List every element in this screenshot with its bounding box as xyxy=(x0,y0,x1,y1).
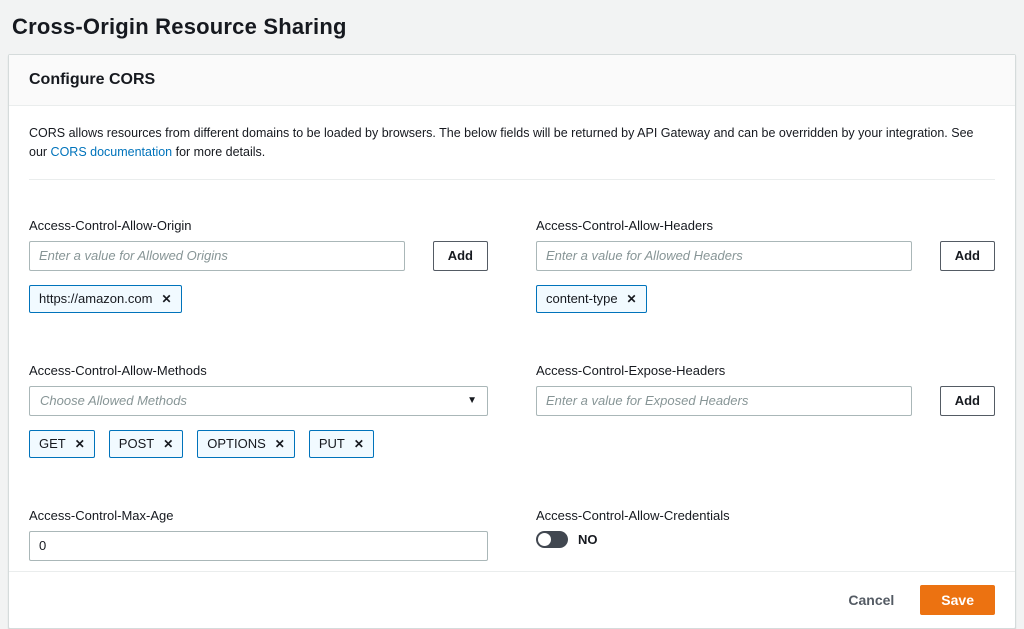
method-chip-label: GET xyxy=(39,436,66,451)
allow-headers-control-row: Add xyxy=(536,241,995,271)
expose-headers-add-button[interactable]: Add xyxy=(940,386,995,416)
description-text: CORS allows resources from different dom… xyxy=(29,124,995,163)
allow-origin-chips: https://amazon.com ✕ xyxy=(29,285,488,313)
allow-methods-label: Access-Control-Allow-Methods xyxy=(29,363,488,378)
panel-header: Configure CORS xyxy=(9,55,1015,106)
expose-headers-input[interactable] xyxy=(536,386,912,416)
method-chip: PUT ✕ xyxy=(309,430,374,458)
origin-chip-label: https://amazon.com xyxy=(39,291,152,306)
cors-form: Access-Control-Allow-Origin Add https://… xyxy=(29,218,995,561)
allow-origin-add-button[interactable]: Add xyxy=(433,241,488,271)
method-chip-label: OPTIONS xyxy=(207,436,266,451)
remove-method-chip-icon[interactable]: ✕ xyxy=(75,438,85,450)
allow-origin-label: Access-Control-Allow-Origin xyxy=(29,218,488,233)
remove-method-chip-icon[interactable]: ✕ xyxy=(163,438,173,450)
header-chip-label: content-type xyxy=(546,291,618,306)
remove-header-chip-icon[interactable]: ✕ xyxy=(627,293,637,305)
max-age-input[interactable] xyxy=(29,531,488,561)
remove-method-chip-icon[interactable]: ✕ xyxy=(275,438,285,450)
field-max-age: Access-Control-Max-Age xyxy=(29,508,488,561)
method-chip-label: PUT xyxy=(319,436,345,451)
page: Cross-Origin Resource Sharing Configure … xyxy=(0,0,1024,629)
allow-methods-placeholder: Choose Allowed Methods xyxy=(40,393,187,408)
cors-documentation-link[interactable]: CORS documentation xyxy=(51,145,173,159)
allow-origin-control-row: Add xyxy=(29,241,488,271)
chevron-down-icon: ▼ xyxy=(467,395,477,406)
header-chip: content-type ✕ xyxy=(536,285,647,313)
cancel-button[interactable]: Cancel xyxy=(848,588,894,612)
panel-body: CORS allows resources from different dom… xyxy=(9,106,1015,571)
method-chip-label: POST xyxy=(119,436,154,451)
allow-credentials-control-row: NO xyxy=(536,531,995,548)
max-age-label: Access-Control-Max-Age xyxy=(29,508,488,523)
allow-origin-input[interactable] xyxy=(29,241,405,271)
method-chip: GET ✕ xyxy=(29,430,95,458)
field-allow-headers: Access-Control-Allow-Headers Add content… xyxy=(536,218,995,313)
description-after-link: for more details. xyxy=(172,145,265,159)
allow-headers-label: Access-Control-Allow-Headers xyxy=(536,218,995,233)
page-title: Cross-Origin Resource Sharing xyxy=(12,14,1016,40)
configure-cors-panel: Configure CORS CORS allows resources fro… xyxy=(8,54,1016,629)
allow-methods-select[interactable]: Choose Allowed Methods ▼ xyxy=(29,386,488,416)
allow-methods-chips: GET ✕ POST ✕ OPTIONS ✕ PUT xyxy=(29,430,488,458)
field-expose-headers: Access-Control-Expose-Headers Add xyxy=(536,363,995,458)
allow-credentials-label: Access-Control-Allow-Credentials xyxy=(536,508,995,523)
section-divider xyxy=(29,179,995,180)
expose-headers-label: Access-Control-Expose-Headers xyxy=(536,363,995,378)
origin-chip: https://amazon.com ✕ xyxy=(29,285,182,313)
toggle-knob xyxy=(538,533,551,546)
allow-credentials-toggle[interactable] xyxy=(536,531,568,548)
remove-origin-chip-icon[interactable]: ✕ xyxy=(161,293,171,305)
save-button[interactable]: Save xyxy=(920,585,995,615)
method-chip: OPTIONS ✕ xyxy=(197,430,295,458)
field-allow-credentials: Access-Control-Allow-Credentials NO xyxy=(536,508,995,561)
panel-footer: Cancel Save xyxy=(9,571,1015,628)
field-allow-origin: Access-Control-Allow-Origin Add https://… xyxy=(29,218,488,313)
panel-title: Configure CORS xyxy=(29,71,155,88)
remove-method-chip-icon[interactable]: ✕ xyxy=(354,438,364,450)
allow-credentials-state: NO xyxy=(578,532,598,547)
expose-headers-control-row: Add xyxy=(536,386,995,416)
allow-headers-input[interactable] xyxy=(536,241,912,271)
allow-headers-add-button[interactable]: Add xyxy=(940,241,995,271)
field-allow-methods: Access-Control-Allow-Methods Choose Allo… xyxy=(29,363,488,458)
method-chip: POST ✕ xyxy=(109,430,183,458)
allow-headers-chips: content-type ✕ xyxy=(536,285,995,313)
